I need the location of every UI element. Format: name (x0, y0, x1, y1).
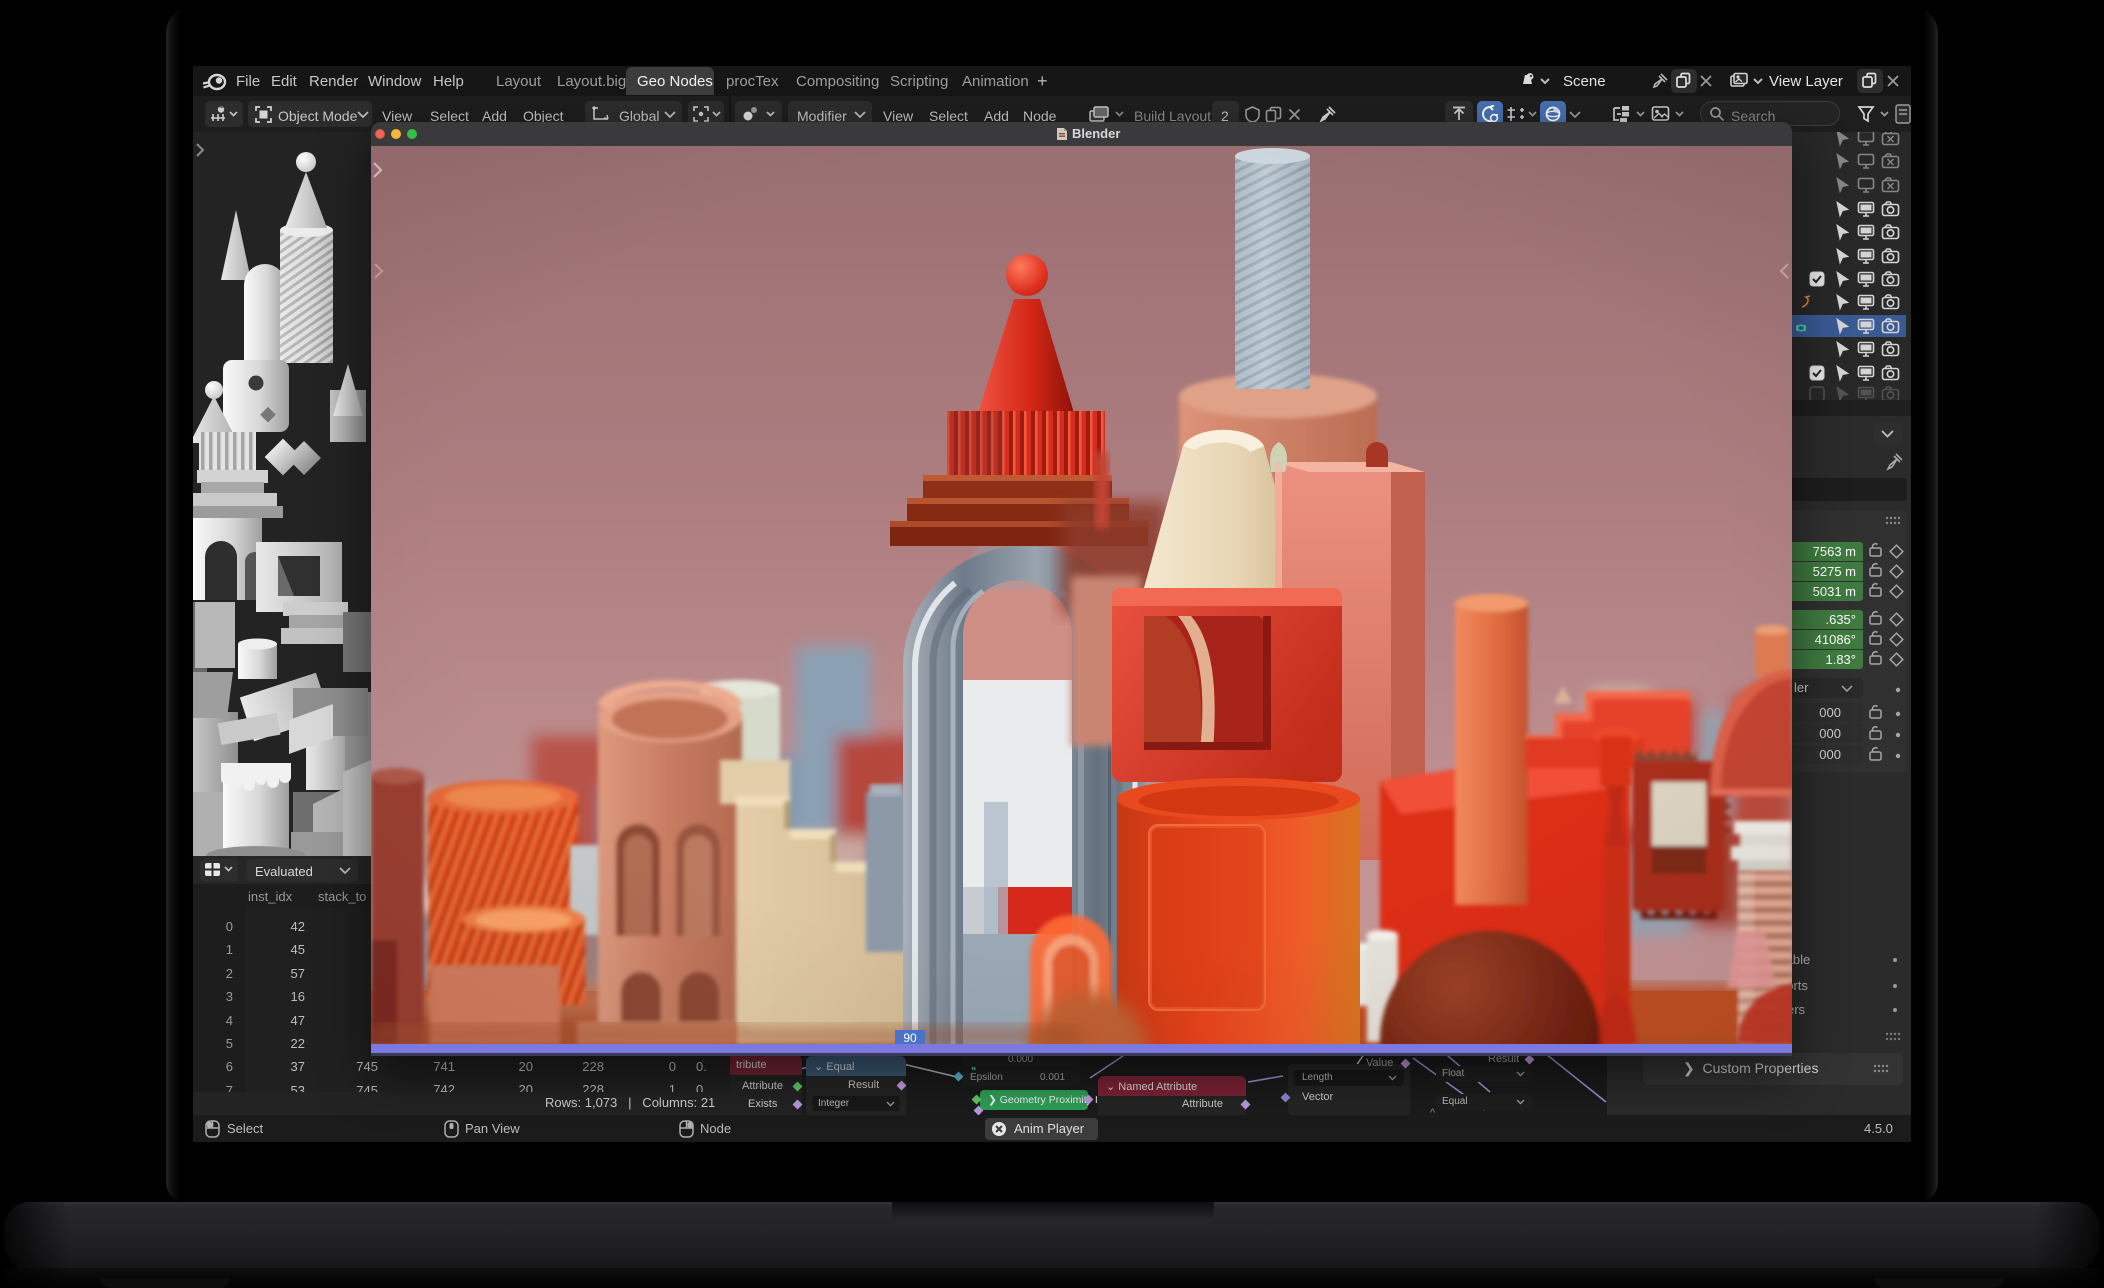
svg-text:90: 90 (903, 1031, 917, 1044)
